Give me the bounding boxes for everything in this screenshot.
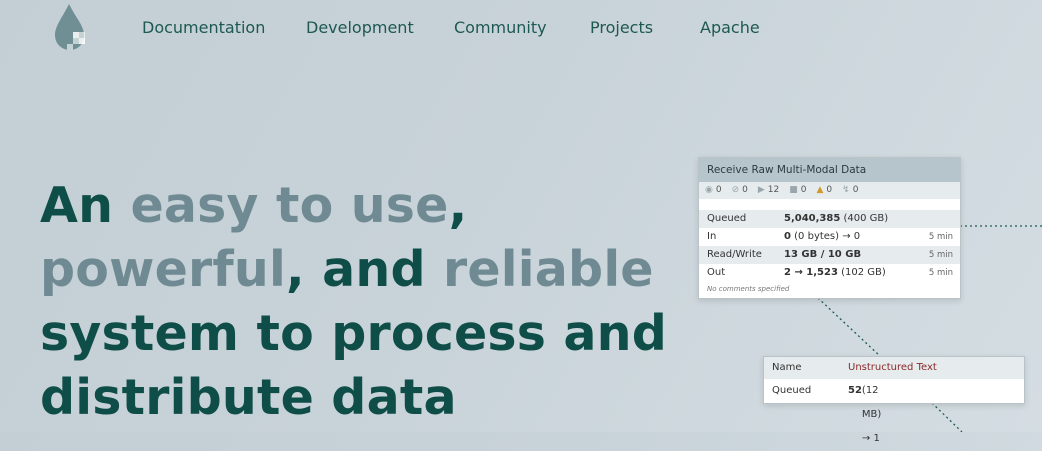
hero-line2-b: , and xyxy=(286,241,443,298)
hero-line1-c: , xyxy=(448,177,468,234)
processor-card[interactable]: Receive Raw Multi-Modal Data ◉ 0 ⊘ 0 ▶ 12 ■… xyxy=(698,157,961,299)
processor-title: Receive Raw Multi-Modal Data xyxy=(699,158,960,182)
nifi-logo[interactable] xyxy=(50,2,92,54)
invalid-icon: ↯ xyxy=(842,185,850,195)
processor-comment: No comments specified xyxy=(707,285,790,293)
row-queued: Queued 5,040,385 (400 GB) xyxy=(699,210,960,228)
hero-line2-c: reliable xyxy=(442,241,654,298)
warning-icon: ▲ xyxy=(816,185,824,195)
nav-community[interactable]: Community xyxy=(454,18,547,37)
connection-queued-row: Queued 52 (12 MB) → 1 xyxy=(764,379,1024,444)
name-label: Name xyxy=(772,362,802,373)
row-readwrite: Read/Write 13 GB / 10 GB 5 min xyxy=(699,246,960,264)
hero-line3: system to process and xyxy=(40,305,667,362)
queued-value: 52 (12 MB) → 1 xyxy=(848,385,882,444)
processor-stats: ◉ 0 ⊘ 0 ▶ 12 ■ 0 ▲ 0 ↯ 0 xyxy=(699,182,960,199)
hero-line1-b: easy to use xyxy=(130,177,449,234)
hero-line4: distribute data xyxy=(40,369,457,426)
row-out: Out 2 → 1,523 (102 GB) 5 min xyxy=(707,267,953,278)
name-value: Unstructured Text xyxy=(848,362,937,373)
nav-apache[interactable]: Apache xyxy=(700,18,760,37)
disabled-icon: ⊘ xyxy=(731,185,740,195)
hero-line1-a: An xyxy=(40,177,114,234)
nav-documentation[interactable]: Documentation xyxy=(142,18,265,37)
connection-card[interactable]: Name Unstructured Text Queued 52 (12 MB)… xyxy=(763,356,1025,444)
nav-development[interactable]: Development xyxy=(306,18,414,37)
row-in: In 0 (0 bytes) → 0 5 min xyxy=(707,231,953,242)
hero-heading: An easy to use, powerful, and reliable s… xyxy=(40,174,667,430)
nav-projects[interactable]: Projects xyxy=(590,18,653,37)
running-icon: ◉ xyxy=(705,185,713,195)
play-icon: ▶ xyxy=(757,185,765,195)
connection-name-row: Name Unstructured Text xyxy=(764,357,1024,379)
stop-icon: ■ xyxy=(789,185,798,195)
queued-label: Queued xyxy=(772,385,812,396)
hero-line2-a: powerful xyxy=(40,241,287,298)
